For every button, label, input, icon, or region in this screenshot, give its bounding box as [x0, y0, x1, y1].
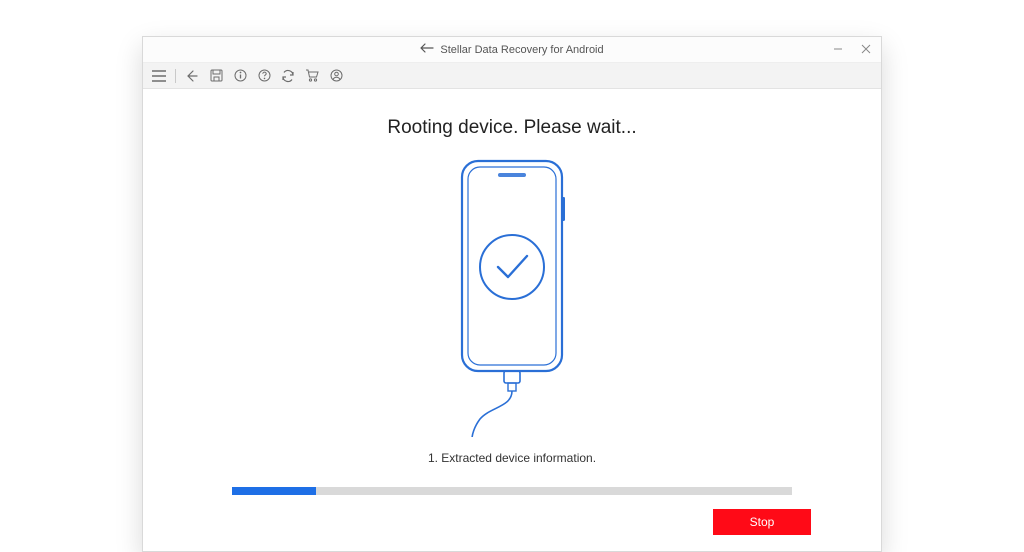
window-title: Stellar Data Recovery for Android [440, 44, 603, 56]
title-wrap: Stellar Data Recovery for Android [420, 43, 603, 56]
title-bar: Stellar Data Recovery for Android [143, 37, 881, 63]
footer: Stop [183, 509, 841, 535]
progress-bar-fill [232, 487, 316, 495]
close-button[interactable] [857, 42, 875, 58]
toolbar [143, 63, 881, 89]
menu-icon[interactable] [151, 68, 167, 84]
info-icon[interactable] [232, 68, 248, 84]
back-icon[interactable] [184, 68, 200, 84]
help-icon[interactable] [256, 68, 272, 84]
save-icon[interactable] [208, 68, 224, 84]
back-arrow-icon [420, 43, 434, 56]
progress-bar [232, 487, 792, 495]
user-icon[interactable] [328, 68, 344, 84]
step-status-text: 1. Extracted device information. [428, 451, 596, 465]
refresh-icon[interactable] [280, 68, 296, 84]
window-controls [829, 37, 875, 62]
minimize-button[interactable] [829, 42, 847, 58]
stop-button[interactable]: Stop [713, 509, 811, 535]
toolbar-separator [175, 69, 176, 83]
heading-text: Rooting device. Please wait... [387, 117, 636, 139]
cart-icon[interactable] [304, 68, 320, 84]
phone-illustration [432, 157, 592, 437]
main-content: Rooting device. Please wait... 1. E [143, 89, 881, 551]
app-window: Stellar Data Recovery for Android [142, 36, 882, 552]
